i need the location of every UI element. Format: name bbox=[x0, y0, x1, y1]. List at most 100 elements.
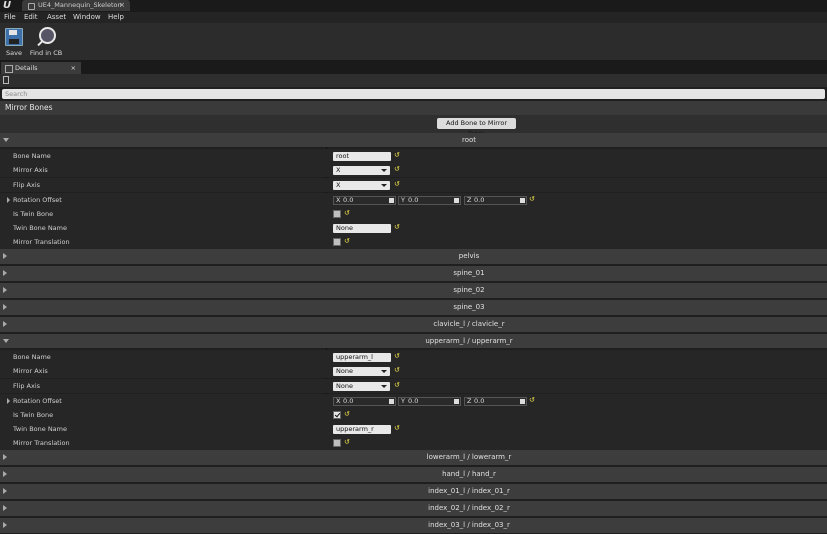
is-twin-bone-checkbox[interactable] bbox=[333, 210, 341, 218]
axis-x-label: X bbox=[336, 397, 341, 405]
prop-label: Mirror Axis bbox=[13, 367, 48, 375]
details-tab[interactable]: Details × bbox=[1, 62, 81, 74]
mirror-axis-value: None bbox=[336, 367, 353, 375]
find-in-cb-button[interactable]: Find in CB bbox=[27, 25, 65, 59]
reset-icon[interactable]: ↺ bbox=[394, 181, 400, 188]
reset-icon[interactable]: ↺ bbox=[394, 152, 400, 159]
prop-label: Rotation Offset bbox=[13, 196, 62, 204]
reset-icon[interactable]: ↺ bbox=[394, 425, 400, 432]
mirror-translation-checkbox[interactable] bbox=[333, 439, 341, 447]
reset-icon[interactable]: ↺ bbox=[344, 411, 350, 418]
bone-group-label: lowerarm_l / lowerarm_r bbox=[426, 453, 512, 461]
reset-icon[interactable]: ↺ bbox=[394, 367, 400, 374]
prop-row-mirror-translation: Mirror Translation ↺ bbox=[0, 235, 827, 249]
expand-arrow-icon[interactable] bbox=[7, 197, 10, 203]
bone-group-label: spine_02 bbox=[453, 286, 485, 294]
bone-group-index-01[interactable]: index_01_l / index_01_r bbox=[0, 484, 827, 499]
rotation-x-value: 0.0 bbox=[343, 196, 354, 204]
bone-name-input[interactable]: root bbox=[333, 152, 391, 161]
bone-group-label: index_01_l / index_01_r bbox=[428, 487, 510, 495]
prop-label: Bone Name bbox=[13, 152, 51, 160]
rotation-x-input[interactable]: X 0.0 bbox=[333, 196, 396, 205]
reset-icon[interactable]: ↺ bbox=[344, 238, 350, 245]
lock-icon[interactable] bbox=[3, 76, 9, 84]
is-twin-bone-checkbox[interactable] bbox=[333, 411, 341, 419]
twin-bone-name-input[interactable]: None bbox=[333, 224, 391, 233]
details-tab-label: Details bbox=[15, 64, 38, 72]
prop-label: Flip Axis bbox=[13, 382, 41, 390]
prop-row-mirror-axis: Mirror Axis X ↺ bbox=[0, 163, 827, 177]
menu-file[interactable]: File bbox=[4, 12, 16, 23]
bone-group-upperarm[interactable]: upperarm_l / upperarm_r bbox=[0, 334, 827, 348]
prop-label: Flip Axis bbox=[13, 181, 41, 189]
prop-label: Is Twin Bone bbox=[13, 411, 54, 419]
bone-group-label: upperarm_l / upperarm_r bbox=[425, 337, 513, 345]
expand-arrow-icon[interactable] bbox=[7, 398, 10, 404]
details-close-icon[interactable]: × bbox=[71, 62, 76, 74]
mirror-axis-select[interactable]: None bbox=[333, 367, 390, 376]
flip-axis-select[interactable]: None bbox=[333, 382, 390, 391]
twin-bone-name-input[interactable]: upperarm_r bbox=[333, 425, 391, 434]
search-input[interactable]: Search bbox=[2, 89, 825, 99]
spin-icon bbox=[389, 399, 394, 404]
bone-group-hand[interactable]: hand_l / hand_r bbox=[0, 467, 827, 482]
rotation-z-value: 0.0 bbox=[474, 196, 485, 204]
add-bone-row bbox=[0, 115, 827, 133]
details-icon bbox=[5, 65, 13, 73]
reset-icon[interactable]: ↺ bbox=[394, 224, 400, 231]
axis-z-label: Z bbox=[467, 196, 472, 204]
reset-icon[interactable]: ↺ bbox=[394, 382, 400, 389]
bone-group-root[interactable]: root bbox=[0, 133, 827, 147]
menu-asset[interactable]: Asset bbox=[47, 12, 66, 23]
bone-group-lowerarm[interactable]: lowerarm_l / lowerarm_r bbox=[0, 450, 827, 465]
rotation-x-input[interactable]: X 0.0 bbox=[333, 397, 396, 406]
rotation-y-input[interactable]: Y 0.0 bbox=[398, 196, 461, 205]
reset-icon[interactable]: ↺ bbox=[529, 397, 535, 404]
reset-icon[interactable]: ↺ bbox=[344, 210, 350, 217]
rotation-y-input[interactable]: Y 0.0 bbox=[398, 397, 461, 406]
flip-axis-value: None bbox=[336, 382, 353, 390]
menu-help[interactable]: Help bbox=[108, 12, 124, 23]
bone-group-spine-01[interactable]: spine_01 bbox=[0, 266, 827, 281]
rotation-z-input[interactable]: Z 0.0 bbox=[464, 397, 527, 406]
prop-row-bone-name: Bone Name root ↺ bbox=[0, 149, 827, 163]
find-in-cb-label: Find in CB bbox=[29, 49, 63, 57]
menu-edit[interactable]: Edit bbox=[24, 12, 38, 23]
mirror-translation-checkbox[interactable] bbox=[333, 238, 341, 246]
bone-group-index-03[interactable]: index_03_l / index_03_r bbox=[0, 518, 827, 533]
rotation-z-input[interactable]: Z 0.0 bbox=[464, 196, 527, 205]
reset-icon[interactable]: ↺ bbox=[529, 196, 535, 203]
flip-axis-select[interactable]: X bbox=[333, 181, 390, 190]
prop-row-flip-axis: Flip Axis X ↺ bbox=[0, 178, 827, 192]
prop-label: Mirror Axis bbox=[13, 166, 48, 174]
prop-label: Bone Name bbox=[13, 353, 51, 361]
save-label: Save bbox=[6, 49, 22, 57]
bone-group-pelvis[interactable]: pelvis bbox=[0, 249, 827, 264]
mirror-axis-select[interactable]: X bbox=[333, 166, 390, 175]
bone-group-index-02[interactable]: index_02_l / index_02_r bbox=[0, 501, 827, 516]
bone-group-label: index_03_l / index_03_r bbox=[428, 521, 510, 529]
editor-tab[interactable]: UE4_Mannequin_Skeleton × bbox=[22, 0, 130, 11]
spin-icon bbox=[520, 198, 525, 203]
bone-group-label: clavicle_l / clavicle_r bbox=[433, 320, 505, 328]
mirror-axis-value: X bbox=[336, 166, 341, 174]
menu-window[interactable]: Window bbox=[73, 12, 101, 23]
bone-name-input[interactable]: upperarm_l bbox=[333, 353, 391, 362]
chevron-down-icon bbox=[381, 184, 387, 187]
bone-group-spine-02[interactable]: spine_02 bbox=[0, 283, 827, 298]
bone-group-spine-03[interactable]: spine_03 bbox=[0, 300, 827, 315]
prop-row-rotation-offset: Rotation Offset X 0.0 Y 0.0 Z 0.0 ↺ bbox=[0, 193, 827, 207]
prop-row-mirror-axis: Mirror Axis None ↺ bbox=[0, 364, 827, 378]
reset-icon[interactable]: ↺ bbox=[394, 353, 400, 360]
tab-close-icon[interactable]: × bbox=[119, 0, 125, 11]
bone-group-clavicle[interactable]: clavicle_l / clavicle_r bbox=[0, 317, 827, 332]
add-bone-button[interactable]: Add Bone to Mirror Table bbox=[437, 118, 516, 138]
details-tab-strip bbox=[0, 60, 827, 74]
category-header[interactable]: Mirror Bones bbox=[0, 101, 827, 115]
prop-label: Is Twin Bone bbox=[13, 210, 54, 218]
reset-icon[interactable]: ↺ bbox=[394, 166, 400, 173]
bone-group-label: pelvis bbox=[458, 252, 480, 260]
axis-x-label: X bbox=[336, 196, 341, 204]
prop-row-rotation-offset: Rotation Offset X 0.0 Y 0.0 Z 0.0 ↺ bbox=[0, 394, 827, 408]
reset-icon[interactable]: ↺ bbox=[344, 439, 350, 446]
